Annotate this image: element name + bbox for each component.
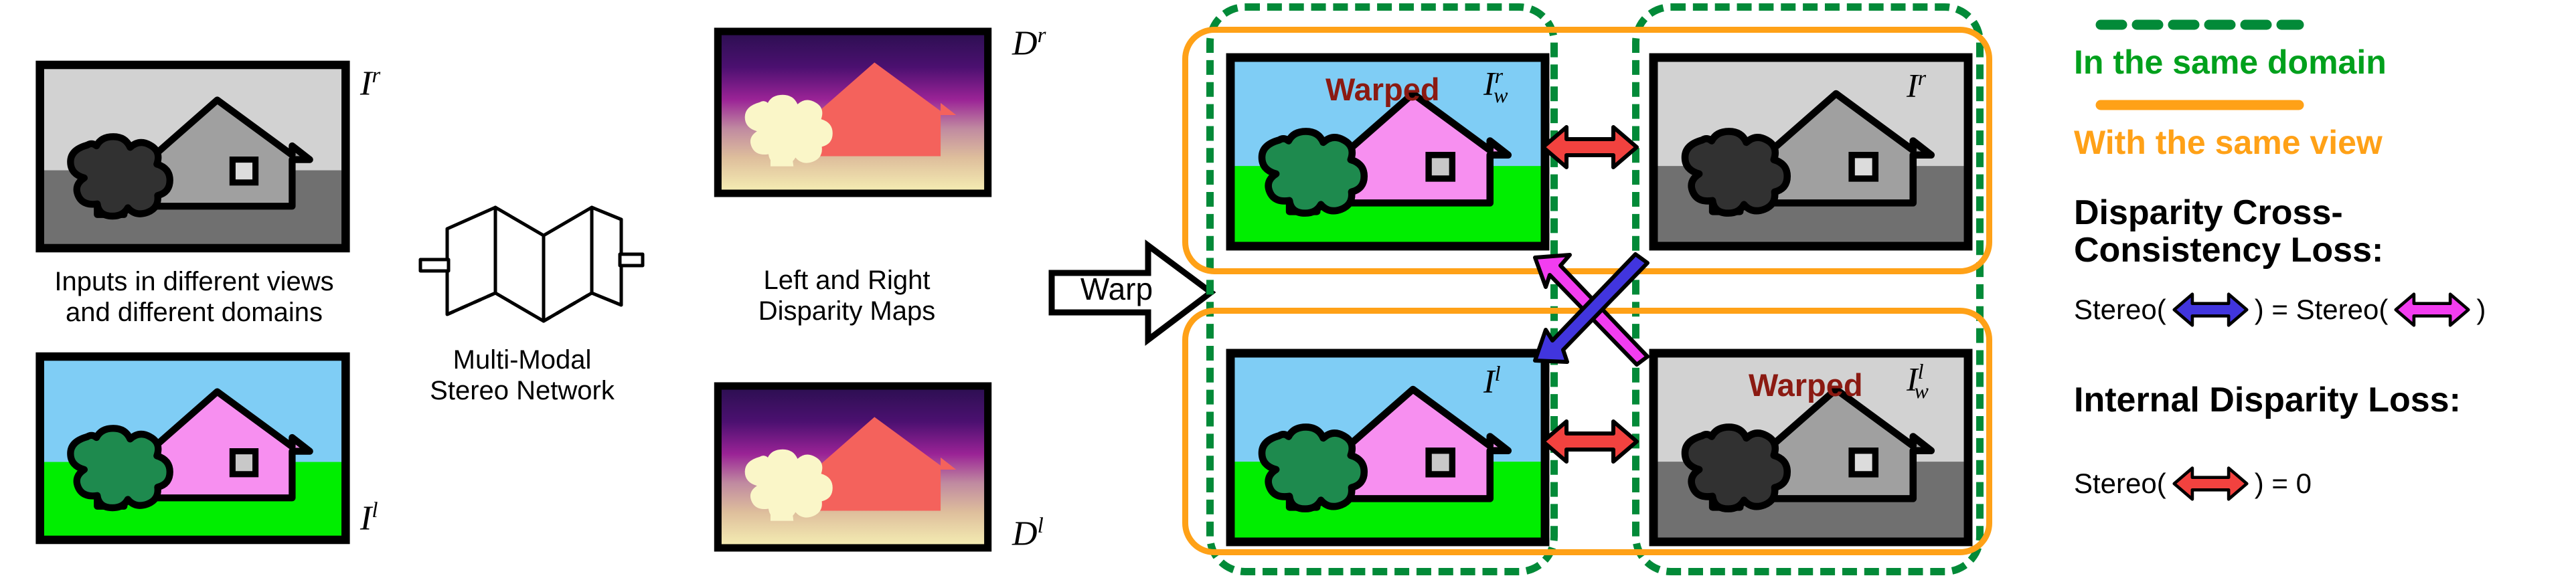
legend-loss2-title: Internal Disparity Loss: xyxy=(2074,381,2461,419)
legend-loss1-equation: Stereo( ) = Stereo( ) xyxy=(2074,289,2486,330)
legend-loss2-stereo-open: Stereo( xyxy=(2074,468,2166,499)
cell-warped-Ir-math-label: Irw xyxy=(1483,64,1508,107)
input-left-label: Il xyxy=(360,498,378,538)
legend-view-label: With the same view xyxy=(2074,124,2383,161)
hourglass-network-icon[interactable] xyxy=(418,194,645,328)
cell-warped-Il-math-label: Ilw xyxy=(1907,359,1929,403)
cell-Ir-math-label: Ir xyxy=(1907,66,1927,104)
legend-loss2-close: ) = 0 xyxy=(2254,468,2312,499)
network-caption: Multi-Modal Stereo Network xyxy=(430,345,615,405)
disparity-left-map[interactable] xyxy=(706,386,999,548)
red-arrow-icon xyxy=(2172,466,2249,501)
legend-group: In the same domain With the same view Di… xyxy=(2015,0,2576,584)
cell-Il-math-label: Il xyxy=(1483,361,1501,400)
legend-domain-label: In the same domain xyxy=(2074,43,2387,81)
input-right-image[interactable] xyxy=(37,65,349,248)
cross-consistency-arrows[interactable] xyxy=(1530,251,1654,368)
legend-loss1-stereo-open: Stereo( xyxy=(2074,294,2166,325)
legend-view-swatch xyxy=(2095,100,2304,110)
internal-loss-arrow-bottom[interactable] xyxy=(1540,415,1640,468)
blue-arrow-icon xyxy=(2172,292,2249,327)
inputs-caption: Inputs in different views and different … xyxy=(54,267,334,327)
disparity-caption: Left and Right Disparity Maps xyxy=(758,266,936,326)
legend-loss1-close: ) xyxy=(2476,294,2486,325)
cell-warped-Il-warped-label: Warped xyxy=(1749,367,1863,403)
legend-loss1-equals: ) = Stereo( xyxy=(2254,294,2389,325)
network-group: Multi-Modal Stereo Network xyxy=(402,0,683,584)
disparity-right-map[interactable] xyxy=(706,31,999,193)
warp-arrow-label: Warp xyxy=(1080,272,1153,306)
disparity-left-label: Dl xyxy=(1012,514,1044,553)
disparity-right-label: Dr xyxy=(1012,23,1046,63)
internal-loss-arrow-top[interactable] xyxy=(1540,120,1640,174)
input-right-label: Ir xyxy=(360,64,381,103)
legend-loss2-equation: Stereo( ) = 0 xyxy=(2074,463,2312,504)
cell-warped-Ir-warped-label: Warped xyxy=(1325,72,1440,107)
magenta-arrow-icon xyxy=(2394,292,2470,327)
disparity-group: Dr Left and Right Disparity Maps Dl xyxy=(683,0,1058,584)
legend-domain-swatch xyxy=(2095,19,2304,30)
input-left-image[interactable] xyxy=(37,357,349,540)
inputs-group: Ir Inputs in different views and differe… xyxy=(0,0,469,584)
legend-loss1-title: Disparity Cross- Consistency Loss: xyxy=(2074,193,2384,270)
consistency-panel: Warped Irw Ir Il Warped Ilw xyxy=(1182,0,1995,584)
